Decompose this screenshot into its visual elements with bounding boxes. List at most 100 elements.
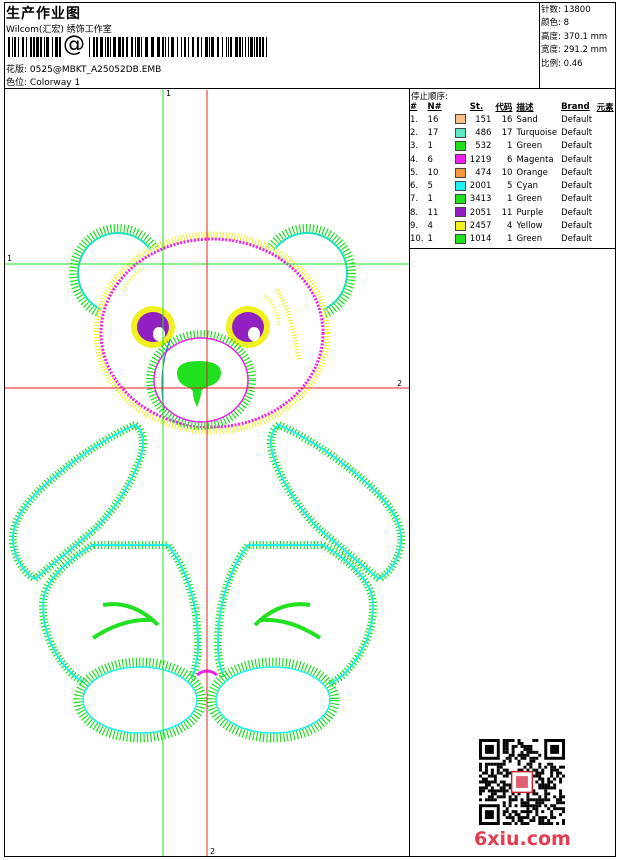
col-brand: Brand xyxy=(561,102,590,112)
row-needle: 5 xyxy=(427,181,433,192)
row-element xyxy=(596,206,617,219)
row-stitches: 151 xyxy=(475,114,492,125)
row-index: 9. xyxy=(410,221,419,232)
row-brand: Default xyxy=(561,114,593,125)
row-stitches: 2001 xyxy=(469,181,492,192)
row-swatch xyxy=(454,140,469,153)
row-index: 6. xyxy=(410,181,419,192)
table-header-row: # N# St. 代码 描述 Brand 元素 xyxy=(409,101,617,113)
watermark-logo: 6xiu.com xyxy=(474,828,571,850)
row-stitches: 1014 xyxy=(469,234,492,245)
row-element xyxy=(596,193,617,206)
design-stats: 针数: 13800 颜色: 8 高度: 370.1 mm 宽度: 291.2 m… xyxy=(541,4,607,71)
stat-height: 高度: 370.1 mm xyxy=(541,31,608,42)
color-swatch xyxy=(454,220,466,231)
guide-label-bottom-2: 2 xyxy=(210,847,215,856)
table-row: 8. 11 2051 11 Purple Default xyxy=(409,206,617,219)
row-index: 4. xyxy=(410,154,419,165)
table-row: 9. 4 2457 4 Yellow Default xyxy=(409,219,617,232)
color-swatch xyxy=(454,234,466,245)
row-stitches: 2051 xyxy=(469,207,492,218)
row-description: Yellow xyxy=(516,221,543,232)
row-brand: Default xyxy=(561,207,593,218)
embroidery-preview: 1 1 2 2 xyxy=(5,90,409,856)
row-needle: 10 xyxy=(427,167,439,178)
row-element xyxy=(596,153,617,166)
row-description: Cyan xyxy=(516,181,538,192)
company-name: Wilcom(汇宏) 绣饰工作室 xyxy=(6,25,112,35)
table-row: 10. 1 1014 1 Green Default xyxy=(409,233,617,246)
row-element xyxy=(596,126,617,139)
color-swatch xyxy=(454,167,466,178)
row-needle: 16 xyxy=(427,114,439,125)
row-brand: Default xyxy=(561,181,593,192)
guide-label-top-1: 1 xyxy=(166,90,171,98)
row-element xyxy=(596,219,617,232)
row-needle: 4 xyxy=(427,221,433,232)
row-swatch xyxy=(454,153,469,166)
row-code: 17 xyxy=(501,127,513,138)
table-row: 7. 1 3413 1 Green Default xyxy=(409,193,617,206)
qr-code xyxy=(479,739,565,825)
color-swatch xyxy=(454,207,466,218)
row-code: 16 xyxy=(501,114,513,125)
stop-sequence-table: # N# St. 代码 描述 Brand 元素 1. 16 151 16 Sand Def… xyxy=(409,101,617,246)
row-code: 11 xyxy=(501,207,513,218)
row-index: 5. xyxy=(410,167,419,178)
table-row: 3. 1 532 1 Green Default xyxy=(409,140,617,153)
color-swatch xyxy=(454,127,466,138)
barcode-at-sign: @ xyxy=(62,32,86,57)
guide-label-left-1: 1 xyxy=(7,254,12,263)
row-code: 10 xyxy=(501,167,513,178)
row-code: 1 xyxy=(507,141,513,152)
row-stitches: 532 xyxy=(475,141,492,152)
color-swatch xyxy=(454,154,466,165)
table-row: 2. 17 486 17 Turquoise Default xyxy=(409,126,617,139)
file-line: 花版: 0525@MBKT_A25052DB.EMB xyxy=(6,62,161,75)
row-needle: 1 xyxy=(427,234,433,245)
stat-stitches: 针数: 13800 xyxy=(541,5,591,15)
row-element xyxy=(596,113,617,126)
col-code: 代码 xyxy=(495,103,513,113)
row-swatch xyxy=(454,219,469,232)
col-needle: N# xyxy=(427,102,442,112)
row-brand: Default xyxy=(561,127,593,138)
row-stitches: 1219 xyxy=(469,154,492,165)
row-index: 8. xyxy=(410,207,419,218)
stat-colors: 颜色: 8 xyxy=(541,18,569,29)
row-description: Green xyxy=(516,194,543,205)
color-swatch xyxy=(454,180,466,191)
row-description: Green xyxy=(516,141,543,152)
row-description: Orange xyxy=(516,167,548,178)
stat-width: 宽度: 291.2 mm xyxy=(541,45,608,56)
row-needle: 1 xyxy=(427,194,433,205)
row-code: 4 xyxy=(507,221,513,232)
row-brand: Default xyxy=(561,234,593,245)
col-stitches: St. xyxy=(469,102,484,112)
row-stitches: 474 xyxy=(475,167,492,178)
row-swatch xyxy=(454,206,469,219)
table-row: 5. 10 474 10 Orange Default xyxy=(409,166,617,179)
row-index: 7. xyxy=(410,194,419,205)
bear-legs xyxy=(38,541,378,743)
row-swatch xyxy=(454,113,469,126)
row-swatch xyxy=(454,193,469,206)
guide-label-right-2: 2 xyxy=(397,379,402,388)
row-index: 3. xyxy=(410,141,419,152)
row-stitches: 486 xyxy=(475,127,492,138)
row-swatch xyxy=(454,179,469,192)
color-swatch xyxy=(454,194,466,205)
row-element xyxy=(596,179,617,192)
row-code: 1 xyxy=(507,234,513,245)
row-brand: Default xyxy=(561,194,593,205)
col-description: 描述 xyxy=(516,103,534,113)
color-swatch xyxy=(454,140,466,151)
row-needle: 6 xyxy=(427,154,433,165)
row-description: Turquoise xyxy=(516,127,558,138)
row-needle: 17 xyxy=(427,127,439,138)
header-divider-horizontal xyxy=(4,88,616,89)
row-stitches: 3413 xyxy=(469,194,492,205)
row-needle: 11 xyxy=(427,207,439,218)
file-label: 花版: xyxy=(6,65,28,75)
row-description: Magenta xyxy=(516,154,554,165)
